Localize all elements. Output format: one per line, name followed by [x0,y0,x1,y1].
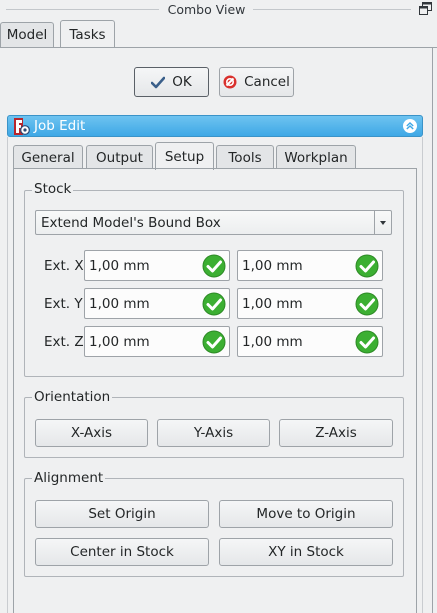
combo-view-titlebar: Combo View [0,0,437,20]
ext-z-neg-field[interactable]: 1,00 mm [84,326,230,357]
job-edit-header[interactable]: Job Edit [7,115,423,137]
tab-setup-label: Setup [164,148,205,165]
ext-y-label: Ext. Y [44,296,83,312]
ext-y-pos-value: 1,00 mm [242,296,303,312]
ext-x-neg-value: 1,00 mm [89,258,150,274]
center-in-stock-button[interactable]: Center in Stock [35,538,209,566]
ext-z-neg-value: 1,00 mm [89,334,150,350]
set-origin-button[interactable]: Set Origin [35,500,209,528]
tab-general[interactable]: General [13,145,83,169]
tabbar-divider [0,47,437,48]
x-axis-button-label: X-Axis [70,425,113,441]
valid-check-icon [202,254,226,278]
tab-general-label: General [21,149,75,166]
tab-tasks-label: Tasks [69,26,106,43]
stock-group-title: Stock [32,181,74,197]
ext-x-pos-value: 1,00 mm [242,258,303,274]
xy-in-stock-button-label: XY in Stock [268,544,344,560]
valid-check-icon [202,330,226,354]
ext-y-neg-field[interactable]: 1,00 mm [84,288,230,319]
tab-model-label: Model [6,27,48,43]
ext-y-pos-field[interactable]: 1,00 mm [237,288,383,319]
valid-check-icon [355,292,379,316]
tab-output[interactable]: Output [86,145,153,169]
ext-z-label: Ext. Z [44,334,84,350]
titlebar-rule-right [253,9,411,10]
cancel-button-label: Cancel [244,74,290,90]
center-in-stock-button-label: Center in Stock [70,544,174,560]
tab-tools[interactable]: Tools [216,145,274,169]
tab-setup[interactable]: Setup [155,142,214,170]
xy-in-stock-button[interactable]: XY in Stock [219,538,393,566]
ok-button-label: OK [172,74,192,90]
z-axis-button-label: Z-Axis [315,425,357,441]
ext-x-neg-field[interactable]: 1,00 mm [84,250,230,281]
y-axis-button-label: Y-Axis [193,425,234,441]
valid-check-icon [355,254,379,278]
tab-model[interactable]: Model [0,22,54,47]
move-to-origin-button[interactable]: Move to Origin [219,500,393,528]
valid-check-icon [355,330,379,354]
float-window-icon[interactable] [419,2,432,15]
stock-mode-select[interactable]: Extend Model's Bound Box [35,210,392,235]
valid-check-icon [202,292,226,316]
move-to-origin-button-label: Move to Origin [256,506,356,522]
tab-output-label: Output [96,149,143,166]
x-axis-button[interactable]: X-Axis [35,419,148,447]
tab-workplan-label: Workplan [284,149,348,166]
tab-workplan[interactable]: Workplan [276,145,356,169]
set-origin-button-label: Set Origin [88,506,156,522]
cancel-icon [223,75,237,89]
panel-right-border [432,47,433,613]
ext-x-pos-field[interactable]: 1,00 mm [237,250,383,281]
stock-mode-value: Extend Model's Bound Box [41,215,221,231]
tab-tools-label: Tools [228,149,262,166]
cancel-button[interactable]: Cancel [219,67,294,97]
tab-tasks[interactable]: Tasks [60,20,115,48]
z-axis-button[interactable]: Z-Axis [279,419,393,447]
collapse-chevron-icon[interactable] [403,119,417,133]
alignment-group-title: Alignment [32,470,106,486]
checkmark-icon [151,76,166,89]
orientation-group-title: Orientation [32,389,113,405]
y-axis-button[interactable]: Y-Axis [157,419,270,447]
ext-x-label: Ext. X [44,258,84,274]
ok-button[interactable]: OK [134,67,209,97]
ext-y-neg-value: 1,00 mm [89,296,150,312]
freecad-logo-icon [14,118,30,135]
chevron-down-icon[interactable] [374,211,391,234]
job-edit-title: Job Edit [34,118,86,134]
ext-z-pos-field[interactable]: 1,00 mm [237,326,383,357]
ext-z-pos-value: 1,00 mm [242,334,303,350]
